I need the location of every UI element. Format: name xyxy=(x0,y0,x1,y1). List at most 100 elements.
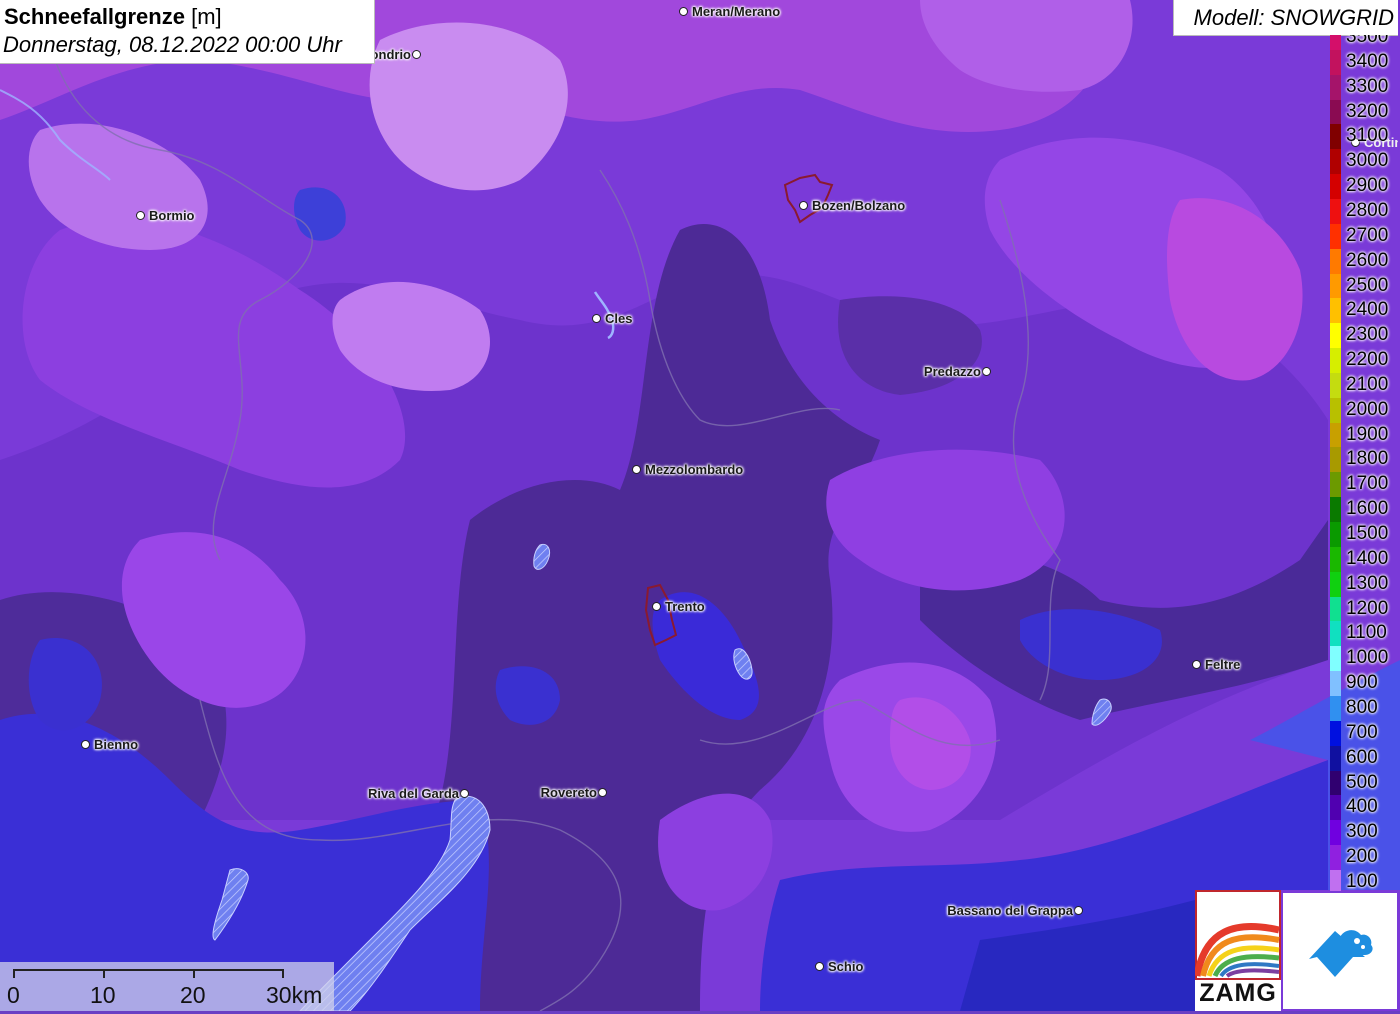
legend-label: 3300 xyxy=(1346,75,1389,97)
legend-item: 2500 xyxy=(1328,273,1400,299)
legend-swatch xyxy=(1330,671,1341,697)
legend-swatch xyxy=(1330,745,1341,771)
legend-swatch xyxy=(1330,770,1341,796)
city-dot-icon xyxy=(598,788,607,797)
snow-cloud-arrow-icon xyxy=(1309,930,1373,977)
city-dot-icon xyxy=(799,201,808,210)
zamg-logo[interactable]: ZAMG xyxy=(1193,890,1281,1011)
legend-item: 1800 xyxy=(1328,447,1400,473)
city-dot-icon xyxy=(412,50,421,59)
legend-item: 2300 xyxy=(1328,323,1400,349)
snowfall-map[interactable] xyxy=(0,0,1400,1011)
legend-swatch xyxy=(1330,646,1341,672)
legend-item: 1600 xyxy=(1328,497,1400,523)
map-title-unit: [m] xyxy=(191,4,222,29)
legend-label: 800 xyxy=(1346,696,1378,718)
legend-swatch xyxy=(1330,124,1341,150)
model-label: Modell: SNOWGRID xyxy=(1193,5,1394,30)
scale-tick xyxy=(282,969,284,978)
legend-label: 2900 xyxy=(1346,175,1389,197)
city-label: Sondrio xyxy=(371,47,411,62)
city-label: Rovereto xyxy=(540,785,597,800)
legend-item: 200 xyxy=(1328,845,1400,871)
legend-label: 200 xyxy=(1346,846,1378,868)
zamg-rainbow-icon xyxy=(1193,890,1281,980)
city-dot-icon xyxy=(679,7,688,16)
legend-label: 400 xyxy=(1346,796,1378,818)
city-dot-icon xyxy=(460,789,469,798)
legend-label: 1100 xyxy=(1346,622,1387,644)
map-title-box: Schneefallgrenze [m] Donnerstag, 08.12.2… xyxy=(0,0,375,64)
legend-label: 3400 xyxy=(1346,50,1389,72)
city-label: Predazzo xyxy=(923,364,981,379)
legend-label: 2800 xyxy=(1346,199,1389,221)
legend-item: 2900 xyxy=(1328,174,1400,200)
legend-label: 1300 xyxy=(1346,572,1389,594)
legend-item: 1000 xyxy=(1328,646,1400,672)
legend-item: 1500 xyxy=(1328,522,1400,547)
legend-label: 3100 xyxy=(1346,125,1389,147)
legend-item: 2200 xyxy=(1328,348,1400,374)
legend-item: 3300 xyxy=(1328,74,1400,100)
legend-label: 3500 xyxy=(1346,35,1389,47)
city-dot-icon xyxy=(982,367,991,376)
legend-swatch xyxy=(1330,820,1341,846)
city-label: Cles xyxy=(605,311,633,326)
legend-label: 1500 xyxy=(1346,523,1389,544)
legend-label: 3200 xyxy=(1346,100,1389,122)
city-dot-icon xyxy=(592,314,601,323)
legend-item: 2600 xyxy=(1328,248,1400,274)
legend-label: 1800 xyxy=(1346,448,1389,470)
app-logo[interactable] xyxy=(1283,893,1397,1009)
legend-swatch xyxy=(1330,74,1341,100)
legend-label: 2300 xyxy=(1346,324,1389,346)
city-dot-icon xyxy=(632,465,641,474)
city-dot-icon xyxy=(652,602,661,611)
map-datetime: Donnerstag, 08.12.2022 00:00 Uhr xyxy=(3,32,342,57)
legend-item: 3100 xyxy=(1328,124,1400,150)
legend-label: 2400 xyxy=(1346,299,1389,321)
legend-label: 3000 xyxy=(1346,150,1389,172)
legend-item: 3200 xyxy=(1328,99,1400,125)
city-dot-icon xyxy=(81,740,90,749)
legend-swatch xyxy=(1330,621,1341,647)
legend-item: 1300 xyxy=(1328,571,1400,597)
zamg-logo-text: ZAMG xyxy=(1199,979,1277,1007)
legend-label: 1700 xyxy=(1346,473,1389,495)
legend-item: 3500 xyxy=(1328,35,1400,50)
legend-label: 2200 xyxy=(1346,349,1389,371)
legend-swatch xyxy=(1330,323,1341,349)
legend-swatch xyxy=(1330,596,1341,622)
legend-item: 2700 xyxy=(1328,223,1400,249)
scale-tick xyxy=(13,969,15,978)
legend-swatch xyxy=(1330,720,1341,746)
legend-item: 1100 xyxy=(1328,621,1400,647)
legend-label: 300 xyxy=(1346,821,1378,843)
legend-swatch xyxy=(1330,522,1341,547)
scale-bar-line xyxy=(13,969,283,971)
scale-label-10: 10 xyxy=(90,982,116,1008)
legend-swatch xyxy=(1330,472,1341,498)
legend-label: 2600 xyxy=(1346,249,1389,271)
city-label: Bassano del Grappa xyxy=(947,903,1073,918)
legend-swatch xyxy=(1330,174,1341,200)
legend-swatch xyxy=(1330,795,1341,821)
legend-label: 2100 xyxy=(1346,373,1389,395)
city-label: Mezzolombardo xyxy=(645,462,744,477)
legend-label: 900 xyxy=(1346,672,1378,694)
legend-label: 600 xyxy=(1346,746,1378,768)
legend-label: 1000 xyxy=(1346,647,1389,669)
legend-item: 1700 xyxy=(1328,472,1400,498)
map-title-text: Schneefallgrenze xyxy=(4,4,185,29)
legend-item: 100 xyxy=(1328,869,1400,891)
legend-item: 1900 xyxy=(1328,422,1400,448)
legend-item: 1200 xyxy=(1328,596,1400,622)
legend-item: 800 xyxy=(1328,695,1400,721)
legend-item: 3000 xyxy=(1328,149,1400,175)
legend-swatch xyxy=(1330,273,1341,299)
city-label: Bozen/Bolzano xyxy=(812,198,906,213)
city-dot-icon xyxy=(1192,660,1201,669)
legend-swatch xyxy=(1330,447,1341,473)
scale-label-0: 0 xyxy=(7,982,20,1008)
legend-swatch xyxy=(1330,248,1341,274)
